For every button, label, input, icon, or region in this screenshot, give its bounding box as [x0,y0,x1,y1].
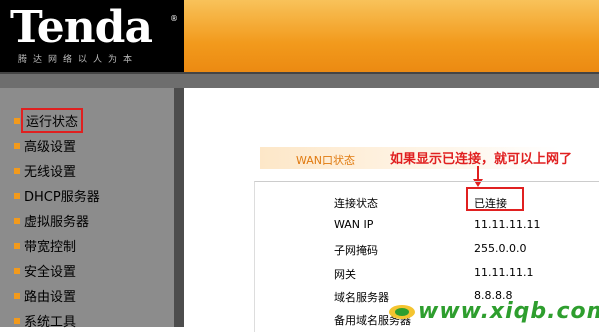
sidebar-item-label: DHCP服务器 [24,190,100,205]
sidebar-item-dhcp[interactable]: DHCP服务器 [14,183,100,208]
header: Tenda ® 腾达网络以人为本 [0,0,599,72]
sidebar-item-virtual-server[interactable]: 虚拟服务器 [14,208,100,233]
sidebar-item-label: 无线设置 [24,165,77,180]
sidebar-item-security[interactable]: 安全设置 [14,258,100,283]
bullet-icon [14,317,20,324]
row-value: 11.11.11.11 [474,218,541,231]
bullet-icon [14,167,20,174]
bullet-icon [14,217,20,224]
sidebar-item-advanced[interactable]: 高级设置 [14,133,100,158]
brand-name: Tenda [10,2,153,53]
sidebar-item-label: 路由设置 [24,290,77,305]
row-label: 连接状态 [334,197,378,210]
sidebar-item-wireless[interactable]: 无线设置 [14,158,100,183]
bullet-icon [14,242,20,249]
annotation-text: 如果显示已连接，就可以上网了 [390,152,573,167]
watermark-icon [389,305,415,319]
logo: Tenda ® 腾达网络以人为本 [0,0,184,72]
row-label: WAN IP [334,218,374,231]
sidebar: 运行状态 高级设置 无线设置 DHCP服务器 虚拟服务器 带宽控制 安全设置 路… [0,88,174,330]
row-value: 255.0.0.0 [474,242,527,255]
row-label: 域名服务器 [334,291,389,304]
row-value: 11.11.11.1 [474,266,534,279]
sidebar-item-bandwidth[interactable]: 带宽控制 [14,233,100,258]
watermark-text: www.xiqb.com [418,299,599,324]
registered-mark: ® [170,14,178,23]
section-title: WAN口状态 [296,154,356,167]
main-content: WAN口状态 如果显示已连接，就可以上网了 连接状态 已连接 WAN IP 11… [184,88,599,332]
row-value: 已连接 [474,197,507,210]
sidebar-item-routing[interactable]: 路由设置 [14,283,100,308]
brand-slogan: 腾达网络以人为本 [18,55,139,65]
sidebar-item-label: 带宽控制 [24,240,77,255]
sidebar-item-label: 安全设置 [24,265,77,280]
row-label: 网关 [334,268,356,281]
sidebar-item-label: 高级设置 [24,140,77,155]
sidebar-divider [174,88,184,327]
bullet-icon [14,292,20,299]
sidebar-item-label: 虚拟服务器 [24,215,90,230]
sidebar-item-label: 系统工具 [24,315,77,330]
sidebar-item-status[interactable]: 运行状态 [14,108,100,133]
bullet-icon [14,142,20,149]
bullet-icon [14,117,20,124]
bullet-icon [14,267,20,274]
sidebar-item-label: 运行状态 [20,108,84,133]
sidebar-menu: 运行状态 高级设置 无线设置 DHCP服务器 虚拟服务器 带宽控制 安全设置 路… [14,108,100,333]
sidebar-item-system-tools[interactable]: 系统工具 [14,308,100,333]
row-label: 子网掩码 [334,244,378,257]
bullet-icon [14,192,20,199]
